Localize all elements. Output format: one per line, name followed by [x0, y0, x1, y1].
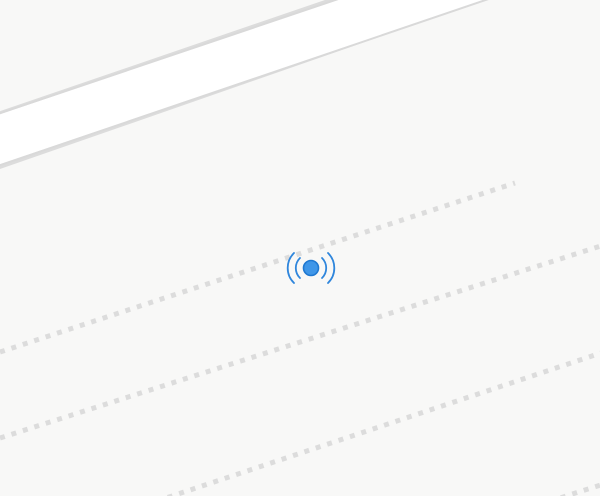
map-view[interactable]	[0, 0, 600, 496]
signal-arc-right-outer	[327, 252, 336, 284]
location-dot	[302, 259, 320, 277]
signal-arc-left-inner	[294, 257, 301, 279]
signal-arc-right-inner	[321, 257, 328, 279]
signal-arc-left-outer	[286, 252, 295, 284]
broadcast-location-icon[interactable]	[284, 248, 338, 290]
